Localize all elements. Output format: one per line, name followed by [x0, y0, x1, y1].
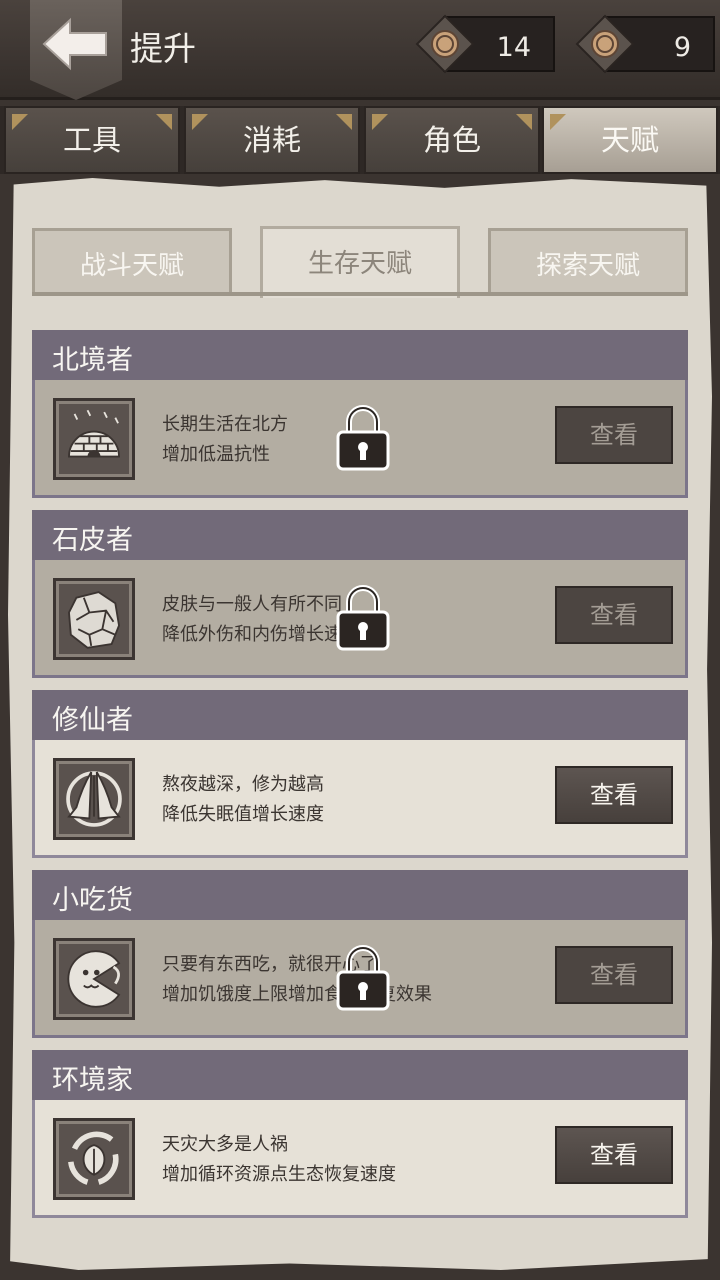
stone-icon	[53, 578, 135, 660]
praying-hands-icon	[53, 758, 135, 840]
view-button[interactable]: 查看	[555, 406, 673, 464]
talent-header: 修仙者	[32, 690, 688, 740]
talent-effect: 降低外伤和内伤增长速度	[162, 624, 360, 645]
igloo-icon	[53, 398, 135, 480]
talent-description: 天灾大多是人祸	[162, 1134, 288, 1155]
talent-effect: 增加低温抗性	[162, 444, 270, 465]
currency-value: 9	[673, 32, 691, 63]
tab-label: 天赋	[600, 123, 659, 157]
talent-card: 小吃货 只要有东西吃，就很开心了 增加饥饿度上限增加食物恢复效果 查看	[32, 870, 688, 1038]
top-bar: 提升 14 9	[0, 0, 720, 100]
pacman-icon	[53, 938, 135, 1020]
tab-character[interactable]: 角色	[364, 106, 540, 174]
tab-corner-decoration	[192, 114, 208, 130]
lock-icon	[336, 405, 390, 471]
talent-description: 长期生活在北方	[162, 414, 288, 435]
talent-body: 长期生活在北方 增加低温抗性 查看	[32, 380, 688, 498]
tab-corner-decoration	[550, 114, 566, 130]
talent-effect: 降低失眠值增长速度	[162, 804, 324, 825]
coin-icon	[415, 14, 475, 74]
back-button[interactable]	[30, 0, 122, 100]
talent-body: 皮肤与一般人有所不同 降低外伤和内伤增长速度 查看	[32, 560, 688, 678]
talent-name: 石皮者	[52, 525, 133, 556]
category-tabs: 工具 消耗 角色 天赋	[0, 106, 720, 174]
subtab-explore-talent[interactable]: 探索天赋	[488, 228, 688, 296]
talent-effect: 增加循环资源点生态恢复速度	[162, 1164, 396, 1185]
view-button[interactable]: 查看	[555, 1126, 673, 1184]
talent-header: 环境家	[32, 1050, 688, 1100]
coin-icon	[575, 14, 635, 74]
talent-effect: 增加饥饿度上限增加食物恢复效果	[162, 984, 432, 1005]
talent-header: 北境者	[32, 330, 688, 380]
talent-body: 只要有东西吃，就很开心了 增加饥饿度上限增加食物恢复效果 查看	[32, 920, 688, 1038]
tab-corner-decoration	[12, 114, 28, 130]
tab-corner-decoration	[516, 114, 532, 130]
talent-name: 小吃货	[52, 885, 133, 916]
back-arrow-icon	[42, 17, 107, 71]
talent-header: 石皮者	[32, 510, 688, 560]
currency-counter-2: 9	[575, 14, 720, 74]
currency-value: 14	[496, 32, 531, 63]
subtab-underline	[32, 292, 688, 296]
recycle-leaf-icon	[53, 1118, 135, 1200]
tab-corner-decoration	[156, 114, 172, 130]
currency-counter-1: 14	[415, 14, 560, 74]
tab-label: 消耗	[242, 123, 301, 157]
talent-body: 熬夜越深，修为越高 降低失眠值增长速度 查看	[32, 740, 688, 858]
talent-body: 天灾大多是人祸 增加循环资源点生态恢复速度 查看	[32, 1100, 688, 1218]
talent-name: 北境者	[52, 345, 133, 376]
talent-name: 环境家	[52, 1065, 133, 1096]
talent-card: 北境者 长期生活在北方 增加低温抗性 查看	[32, 330, 688, 498]
talent-card: 环境家 天灾大多是人祸 增加循环资源点生态恢复速度 查看	[32, 1050, 688, 1218]
tab-tools[interactable]: 工具	[4, 106, 180, 174]
talent-card: 石皮者 皮肤与一般人有所不同 降低外伤和内伤增长速度 查看	[32, 510, 688, 678]
talent-description: 熬夜越深，修为越高	[162, 774, 324, 795]
lock-icon	[336, 945, 390, 1011]
tab-consumables[interactable]: 消耗	[184, 106, 360, 174]
subtab-combat-talent[interactable]: 战斗天赋	[32, 228, 232, 296]
tab-label: 工具	[62, 123, 121, 157]
talent-description: 皮肤与一般人有所不同	[162, 594, 342, 615]
tab-corner-decoration	[336, 114, 352, 130]
view-button[interactable]: 查看	[555, 946, 673, 1004]
lock-icon	[336, 585, 390, 651]
tab-talent[interactable]: 天赋	[542, 106, 718, 174]
tab-corner-decoration	[372, 114, 388, 130]
talent-header: 小吃货	[32, 870, 688, 920]
view-button[interactable]: 查看	[555, 586, 673, 644]
tab-label: 角色	[422, 123, 481, 157]
talent-name: 修仙者	[52, 705, 133, 736]
view-button[interactable]: 查看	[555, 766, 673, 824]
talent-card: 修仙者 熬夜越深，修为越高 降低失眠值增长速度 查看	[32, 690, 688, 858]
page-title: 提升	[130, 29, 196, 68]
subtab-survival-talent[interactable]: 生存天赋	[260, 226, 460, 298]
